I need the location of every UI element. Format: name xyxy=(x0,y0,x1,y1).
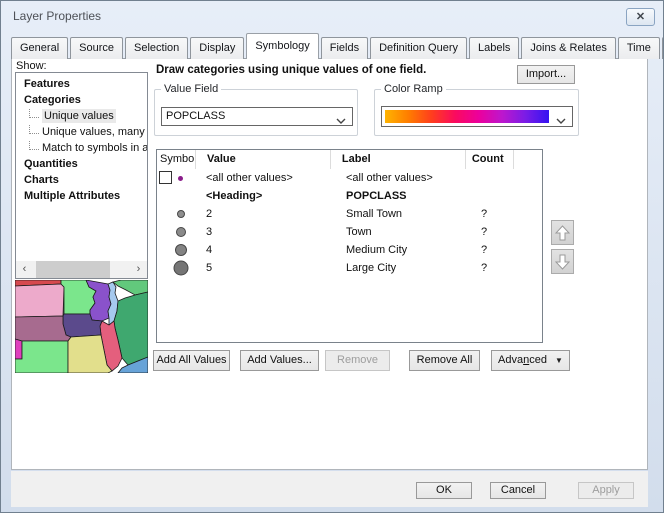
apply-button[interactable]: Apply xyxy=(578,482,634,499)
chevron-down-icon xyxy=(336,114,346,131)
show-item-categories[interactable]: Categories xyxy=(16,92,147,108)
table-row-heading[interactable]: <Heading> POPCLASS xyxy=(157,187,542,205)
value-field-combobox[interactable]: POPCLASS xyxy=(161,107,353,126)
state-shape-ks xyxy=(15,341,68,373)
state-shape-co xyxy=(15,339,22,359)
scrollbar-thumb[interactable] xyxy=(36,261,110,278)
tab-joins-relates[interactable]: Joins & Relates xyxy=(521,37,615,59)
tab-fields[interactable]: Fields xyxy=(321,37,368,59)
close-icon: ✕ xyxy=(636,11,645,23)
graduated-circle-symbol xyxy=(173,260,189,276)
scroll-left-icon[interactable]: ‹ xyxy=(16,261,33,278)
symbol-list-header: Symbol Value Label Count xyxy=(157,150,542,169)
remove-button[interactable]: Remove xyxy=(325,350,390,371)
color-ramp-combobox[interactable] xyxy=(381,106,573,127)
show-item-charts[interactable]: Charts xyxy=(16,172,147,188)
tab-time[interactable]: Time xyxy=(618,37,660,59)
color-ramp-swatch xyxy=(385,110,549,123)
tab-selection[interactable]: Selection xyxy=(125,37,188,59)
map-preview xyxy=(15,280,148,373)
dropdown-arrow-icon: ▼ xyxy=(555,356,563,365)
advanced-button[interactable]: Advanced ▼ xyxy=(491,350,570,371)
map-preview-svg xyxy=(15,280,148,373)
all-other-values-symbol-dot xyxy=(178,176,183,181)
column-header-value[interactable]: Value xyxy=(195,150,330,169)
tab-definition-query[interactable]: Definition Query xyxy=(370,37,467,59)
layer-properties-dialog: Layer Properties ✕ GeneralSourceSelectio… xyxy=(0,0,664,513)
remove-all-button[interactable]: Remove All xyxy=(409,350,480,371)
symbology-page: Show: Features Categories Unique values … xyxy=(11,58,648,470)
tab-general[interactable]: General xyxy=(11,37,68,59)
show-tree: Features Categories Unique values Unique… xyxy=(15,72,148,279)
tab-display[interactable]: Display xyxy=(190,37,244,59)
bottom-bar: OK Cancel Apply xyxy=(11,471,648,507)
up-arrow-icon xyxy=(554,224,571,242)
chevron-down-icon xyxy=(556,114,566,131)
column-header-symbol[interactable]: Symbol xyxy=(157,150,195,169)
show-item-quantities[interactable]: Quantities xyxy=(16,156,147,172)
add-all-values-button[interactable]: Add All Values xyxy=(153,350,230,371)
column-header-count[interactable]: Count xyxy=(465,150,513,169)
tree-connector xyxy=(29,141,39,150)
move-down-button[interactable] xyxy=(551,249,574,274)
color-ramp-label: Color Ramp xyxy=(381,83,446,95)
scroll-right-icon[interactable]: › xyxy=(130,261,147,278)
tab-source[interactable]: Source xyxy=(70,37,123,59)
add-values-button[interactable]: Add Values... xyxy=(240,350,319,371)
cancel-button[interactable]: Cancel xyxy=(490,482,546,499)
move-up-button[interactable] xyxy=(551,220,574,245)
graduated-circle-symbol xyxy=(173,224,189,240)
close-button[interactable]: ✕ xyxy=(626,8,655,26)
state-shape-sd xyxy=(15,284,64,317)
value-field-label: Value Field xyxy=(161,83,221,95)
ok-button[interactable]: OK xyxy=(416,482,472,499)
tab-strip: GeneralSourceSelectionDisplaySymbologyFi… xyxy=(11,33,664,59)
value-field-value: POPCLASS xyxy=(166,110,225,122)
page-description: Draw categories using unique values of o… xyxy=(156,64,516,76)
state-shape-mi xyxy=(113,280,148,295)
graduated-circle-symbol xyxy=(173,206,189,222)
tree-connector xyxy=(29,109,39,118)
show-item-multiple-attributes[interactable]: Multiple Attributes xyxy=(16,188,147,204)
table-row-town[interactable]: 3 Town ? xyxy=(157,223,542,241)
symbol-list: Symbol Value Label Count <all other valu… xyxy=(156,149,543,343)
all-other-values-checkbox[interactable] xyxy=(159,171,172,184)
down-arrow-icon xyxy=(554,253,571,271)
table-row-small-town[interactable]: 2 Small Town ? xyxy=(157,205,542,223)
window-title: Layer Properties xyxy=(13,1,101,31)
table-row-medium-city[interactable]: 4 Medium City ? xyxy=(157,241,542,259)
tree-horizontal-scrollbar[interactable]: ‹ › xyxy=(16,261,147,278)
import-button[interactable]: Import... xyxy=(517,65,575,84)
show-item-features[interactable]: Features xyxy=(16,76,147,92)
tab-symbology[interactable]: Symbology xyxy=(246,33,318,59)
graduated-circle-symbol xyxy=(173,242,189,258)
show-item-unique-values-many[interactable]: Unique values, many xyxy=(16,124,147,140)
show-item-unique-values[interactable]: Unique values xyxy=(16,108,147,124)
titlebar[interactable]: Layer Properties ✕ xyxy=(1,1,663,32)
show-label: Show: xyxy=(16,60,47,72)
state-shape-ne xyxy=(15,316,71,341)
color-ramp-group: Color Ramp xyxy=(374,89,579,136)
value-field-group: Value Field POPCLASS xyxy=(154,89,358,136)
table-row-large-city[interactable]: 5 Large City ? xyxy=(157,259,542,277)
show-item-match-to-symbols[interactable]: Match to symbols in a xyxy=(16,140,147,156)
tree-connector xyxy=(29,125,39,134)
table-row-all-other-values[interactable]: <all other values> <all other values> xyxy=(157,169,542,187)
tab-labels[interactable]: Labels xyxy=(469,37,519,59)
column-header-label[interactable]: Label xyxy=(330,150,465,169)
column-header-extra xyxy=(513,150,542,169)
